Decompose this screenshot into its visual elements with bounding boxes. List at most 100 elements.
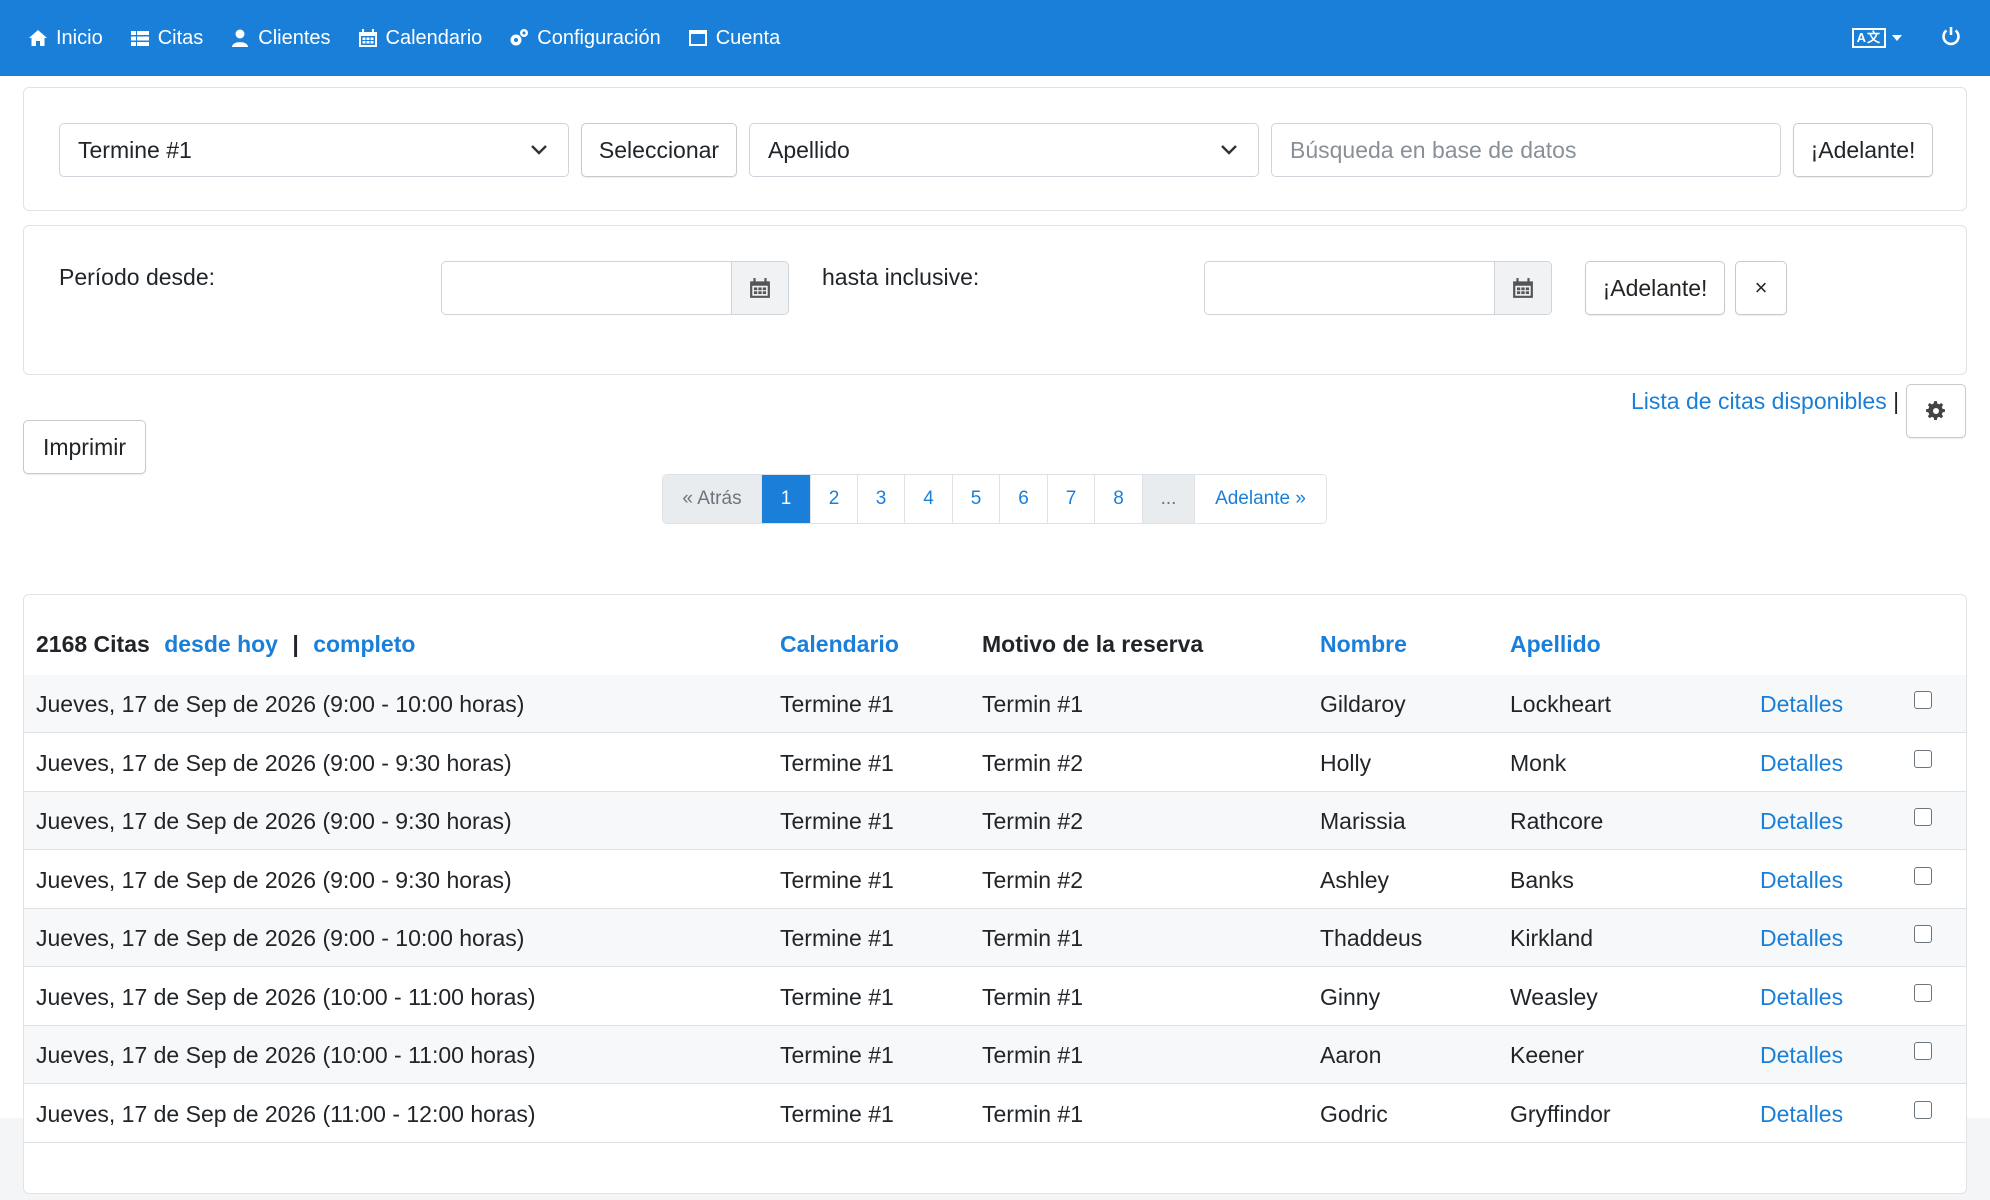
- period-from-label: Período desde:: [59, 264, 216, 290]
- period-go-button[interactable]: ¡Adelante!: [1585, 261, 1725, 315]
- pagination-page-1[interactable]: 1: [761, 475, 810, 523]
- top-navbar: Inicio Citas Clientes Calendario Configu…: [0, 0, 1990, 76]
- cell-reason: Termin #1: [982, 1042, 1083, 1068]
- field-select[interactable]: Apellido: [749, 123, 1259, 177]
- pagination-page-6[interactable]: 6: [999, 475, 1047, 523]
- user-icon: [232, 29, 249, 47]
- table-row: Jueves, 17 de Sep de 2026 (9:00 - 9:30 h…: [24, 792, 1966, 850]
- calendar-icon: [358, 29, 377, 47]
- print-button[interactable]: Imprimir: [23, 420, 146, 474]
- gear-icon: [1926, 401, 1945, 420]
- calendar-select[interactable]: Termine #1: [59, 123, 569, 177]
- period-to-label: hasta inclusive:: [822, 264, 980, 290]
- gears-icon: [510, 29, 529, 46]
- nav-configuracion[interactable]: Configuración: [509, 27, 661, 50]
- cell-date: Jueves, 17 de Sep de 2026 (10:00 - 11:00…: [36, 1042, 536, 1068]
- cell-date: Jueves, 17 de Sep de 2026 (10:00 - 11:00…: [36, 983, 536, 1010]
- cell-date: Jueves, 17 de Sep de 2026 (9:00 - 9:30 h…: [36, 749, 512, 776]
- caret-down-icon: [1892, 35, 1902, 41]
- date-from-input[interactable]: [442, 262, 731, 314]
- table-header: 2168 Citas desde hoy | completo Calendar…: [24, 595, 1904, 676]
- cell-first-name: Godric: [1320, 1100, 1388, 1127]
- nav-right: A文: [1851, 25, 1962, 52]
- language-dropdown[interactable]: A文: [1851, 28, 1902, 48]
- nav-cuenta-label: Cuenta: [715, 26, 781, 49]
- row-checkbox[interactable]: [1914, 691, 1932, 709]
- sort-calendar-header[interactable]: Calendario: [780, 631, 899, 658]
- table-row: Jueves, 17 de Sep de 2026 (9:00 - 9:30 h…: [24, 734, 1966, 792]
- row-checkbox[interactable]: [1914, 1042, 1932, 1060]
- logout-button[interactable]: [1940, 25, 1962, 52]
- details-link[interactable]: Detalles: [1760, 808, 1843, 835]
- filter-from-today-link[interactable]: desde hoy: [164, 631, 278, 657]
- calendar-select-value: Termine #1: [78, 136, 192, 163]
- cell-first-name: Ashley: [1320, 866, 1390, 893]
- pagination-next[interactable]: Adelante »: [1194, 475, 1326, 523]
- period-clear-button[interactable]: ×: [1735, 261, 1787, 315]
- nav-calendario[interactable]: Calendario: [358, 26, 483, 50]
- available-appointments-link[interactable]: Lista de citas disponibles: [1631, 388, 1887, 414]
- table-row: Jueves, 17 de Sep de 2026 (9:00 - 10:00 …: [24, 909, 1966, 967]
- sort-first-name-header[interactable]: Nombre: [1320, 631, 1407, 658]
- cell-calendar: Termine #1: [780, 749, 894, 776]
- date-to-group: [1204, 261, 1552, 315]
- details-link[interactable]: Detalles: [1760, 984, 1843, 1011]
- search-input[interactable]: Búsqueda en base de datos: [1271, 123, 1781, 177]
- select-button[interactable]: Seleccionar: [581, 123, 737, 177]
- table-count-header: 2168 Citas desde hoy | completo: [36, 631, 415, 658]
- filter-card: Termine #1 Seleccionar Apellido Búsqueda…: [23, 87, 1967, 211]
- chevron-down-icon: [531, 145, 547, 155]
- row-checkbox[interactable]: [1914, 749, 1932, 768]
- cell-first-name: Ginny: [1320, 983, 1381, 1010]
- pagination-page-5[interactable]: 5: [952, 475, 999, 523]
- nav-inicio-label: Inicio: [56, 26, 103, 49]
- cell-last-name: Lockheart: [1510, 691, 1612, 717]
- row-checkbox[interactable]: [1914, 983, 1932, 1002]
- cell-first-name: Holly: [1320, 749, 1372, 776]
- cell-calendar: Termine #1: [780, 925, 894, 951]
- cell-calendar: Termine #1: [780, 1042, 894, 1068]
- nav-citas[interactable]: Citas: [130, 27, 203, 50]
- cell-reason: Termin #2: [982, 808, 1083, 834]
- details-link[interactable]: Detalles: [1760, 867, 1843, 894]
- cell-calendar: Termine #1: [780, 866, 894, 893]
- details-link[interactable]: Detalles: [1760, 691, 1843, 718]
- nav-calendario-label: Calendario: [385, 26, 483, 49]
- details-link[interactable]: Detalles: [1760, 750, 1843, 777]
- chevron-down-icon: [1221, 145, 1237, 155]
- row-checkbox[interactable]: [1914, 866, 1932, 885]
- table-row: Jueves, 17 de Sep de 2026 (10:00 - 11:00…: [24, 1026, 1966, 1084]
- header-separator: |: [292, 631, 299, 657]
- table-row: Jueves, 17 de Sep de 2026 (10:00 - 11:00…: [24, 968, 1966, 1026]
- cell-reason: Termin #1: [982, 925, 1083, 951]
- date-to-picker[interactable]: [1494, 262, 1551, 314]
- date-to-input[interactable]: [1205, 262, 1494, 314]
- pagination-page-2[interactable]: 2: [810, 475, 857, 523]
- filter-complete-link[interactable]: completo: [313, 631, 415, 657]
- row-checkbox[interactable]: [1914, 925, 1932, 943]
- cell-calendar: Termine #1: [780, 1100, 894, 1127]
- pagination-page-7[interactable]: 7: [1047, 475, 1094, 523]
- row-checkbox[interactable]: [1914, 1100, 1932, 1119]
- details-link[interactable]: Detalles: [1760, 1101, 1843, 1128]
- nav-clientes[interactable]: Clientes: [230, 27, 331, 50]
- pagination-page-3[interactable]: 3: [857, 475, 904, 523]
- home-icon: [29, 30, 47, 46]
- main-content: Termine #1 Seleccionar Apellido Búsqueda…: [0, 76, 1990, 1194]
- search-go-button[interactable]: ¡Adelante!: [1793, 123, 1933, 177]
- nav-inicio[interactable]: Inicio: [28, 27, 103, 50]
- details-link[interactable]: Detalles: [1760, 1042, 1843, 1069]
- cell-calendar: Termine #1: [780, 983, 894, 1010]
- date-from-picker[interactable]: [731, 262, 788, 314]
- sort-last-name-header[interactable]: Apellido: [1510, 631, 1601, 658]
- cell-last-name: Monk: [1510, 749, 1567, 776]
- row-checkbox[interactable]: [1914, 808, 1932, 826]
- settings-button[interactable]: [1906, 384, 1966, 438]
- period-card: Período desde: hasta inclusive: ¡Adelant…: [23, 225, 1967, 375]
- pagination-page-8[interactable]: 8: [1094, 475, 1142, 523]
- nav-cuenta[interactable]: Cuenta: [688, 26, 781, 50]
- cell-date: Jueves, 17 de Sep de 2026 (9:00 - 9:30 h…: [36, 866, 512, 893]
- details-link[interactable]: Detalles: [1760, 925, 1843, 952]
- pagination-page-4[interactable]: 4: [904, 475, 952, 523]
- cell-reason: Termin #2: [982, 866, 1083, 893]
